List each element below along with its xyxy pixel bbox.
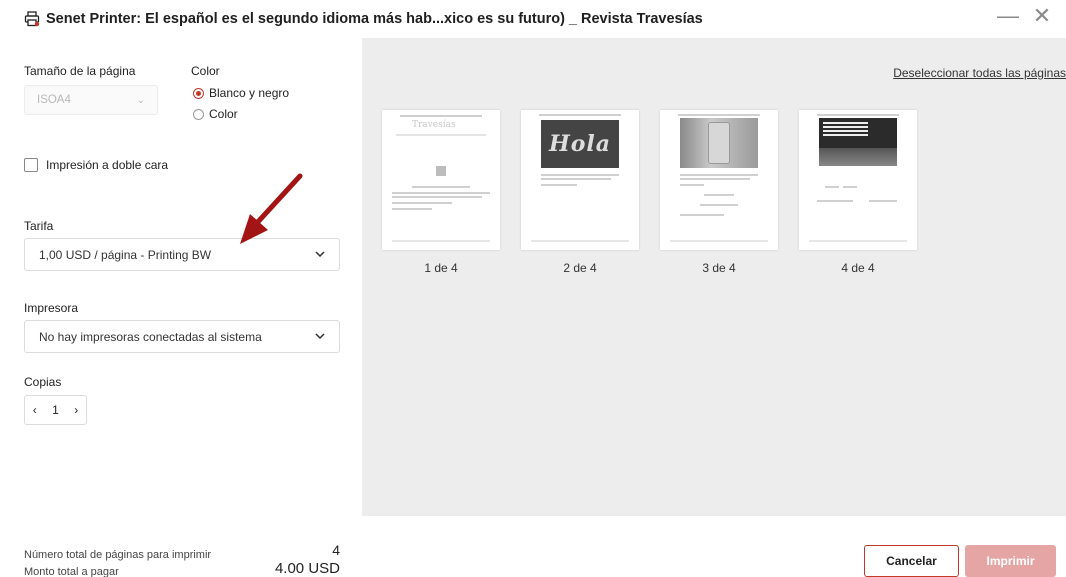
settings-panel: Tamaño de la página ISOA4 ⌄ Color Blanco…: [0, 38, 362, 516]
banner-image: [819, 118, 897, 166]
title-bar: Senet Printer: El español es el segundo …: [0, 0, 1066, 38]
tariff-value: 1,00 USD / página - Printing BW: [39, 247, 212, 262]
radio-unchecked-icon[interactable]: [193, 108, 204, 120]
footer: Número total de páginas para imprimir 4 …: [0, 516, 1066, 577]
copies-stepper[interactable]: ‹ 1 ›: [24, 395, 87, 425]
total-amount-value: 4.00 USD: [274, 560, 340, 577]
page-number-label: 1 de 4: [424, 261, 458, 275]
copies-label: Copias: [24, 375, 62, 389]
page-logo-text: Travesías: [412, 120, 456, 130]
cancel-button[interactable]: Cancelar: [864, 545, 959, 577]
hola-image: Hola: [541, 120, 619, 168]
preview-panel: Deseleccionar todas las páginas Travesía…: [362, 38, 1066, 516]
copies-value[interactable]: 1: [52, 403, 59, 417]
total-pages-value: 4: [332, 542, 340, 558]
color-option-color-label: Color: [209, 107, 238, 121]
color-option-bw[interactable]: Blanco y negro: [193, 86, 289, 100]
page-thumbnail[interactable]: Travesías 1 de 4: [382, 110, 500, 275]
chevron-down-icon: [315, 249, 325, 260]
page-preview[interactable]: Hola: [521, 110, 639, 250]
tariff-select[interactable]: 1,00 USD / página - Printing BW: [24, 238, 340, 271]
printer-value: No hay impresoras conectadas al sistema: [39, 329, 262, 344]
page-thumbnail[interactable]: 3 de 4: [660, 110, 778, 275]
print-button[interactable]: Imprimir: [965, 545, 1056, 577]
page-thumbnail[interactable]: 4 de 4: [799, 110, 917, 275]
chevron-left-icon[interactable]: ‹: [33, 403, 37, 417]
chevron-down-icon: ⌄: [136, 94, 145, 106]
minimize-button[interactable]: —: [997, 5, 1019, 27]
page-thumbnail[interactable]: Hola 2 de 4: [521, 110, 639, 275]
checkbox-icon[interactable]: [24, 158, 38, 172]
page-preview[interactable]: Travesías: [382, 110, 500, 250]
printer-select[interactable]: No hay impresoras conectadas al sistema: [24, 320, 340, 353]
radio-checked-icon[interactable]: [193, 87, 204, 99]
printer-icon: [24, 11, 40, 27]
deselect-all-link[interactable]: Deseleccionar todas las páginas: [893, 66, 1066, 80]
total-pages-label: Número total de páginas para imprimir: [24, 549, 212, 561]
page-preview[interactable]: [799, 110, 917, 250]
phone-image: [680, 118, 758, 168]
page-number-label: 2 de 4: [563, 261, 597, 275]
color-option-color[interactable]: Color: [193, 107, 238, 121]
chevron-right-icon[interactable]: ›: [74, 403, 78, 417]
close-button[interactable]: ✕: [1032, 5, 1052, 27]
page-size-label: Tamaño de la página: [24, 64, 136, 78]
page-number-label: 3 de 4: [702, 261, 736, 275]
total-amount-label: Monto total a pagar: [24, 566, 119, 577]
chevron-down-icon: [315, 331, 325, 342]
color-label: Color: [191, 64, 220, 78]
page-number-label: 4 de 4: [841, 261, 875, 275]
duplex-label: Impresión a doble cara: [46, 158, 169, 172]
page-size-value: ISOA4: [37, 94, 71, 106]
duplex-checkbox[interactable]: Impresión a doble cara: [24, 158, 168, 172]
tariff-label: Tarifa: [24, 219, 54, 233]
printer-label: Impresora: [24, 301, 79, 315]
window-title: Senet Printer: El español es el segundo …: [46, 11, 703, 27]
page-size-select: ISOA4 ⌄: [24, 85, 158, 115]
page-preview[interactable]: [660, 110, 778, 250]
color-option-bw-label: Blanco y negro: [209, 86, 290, 100]
